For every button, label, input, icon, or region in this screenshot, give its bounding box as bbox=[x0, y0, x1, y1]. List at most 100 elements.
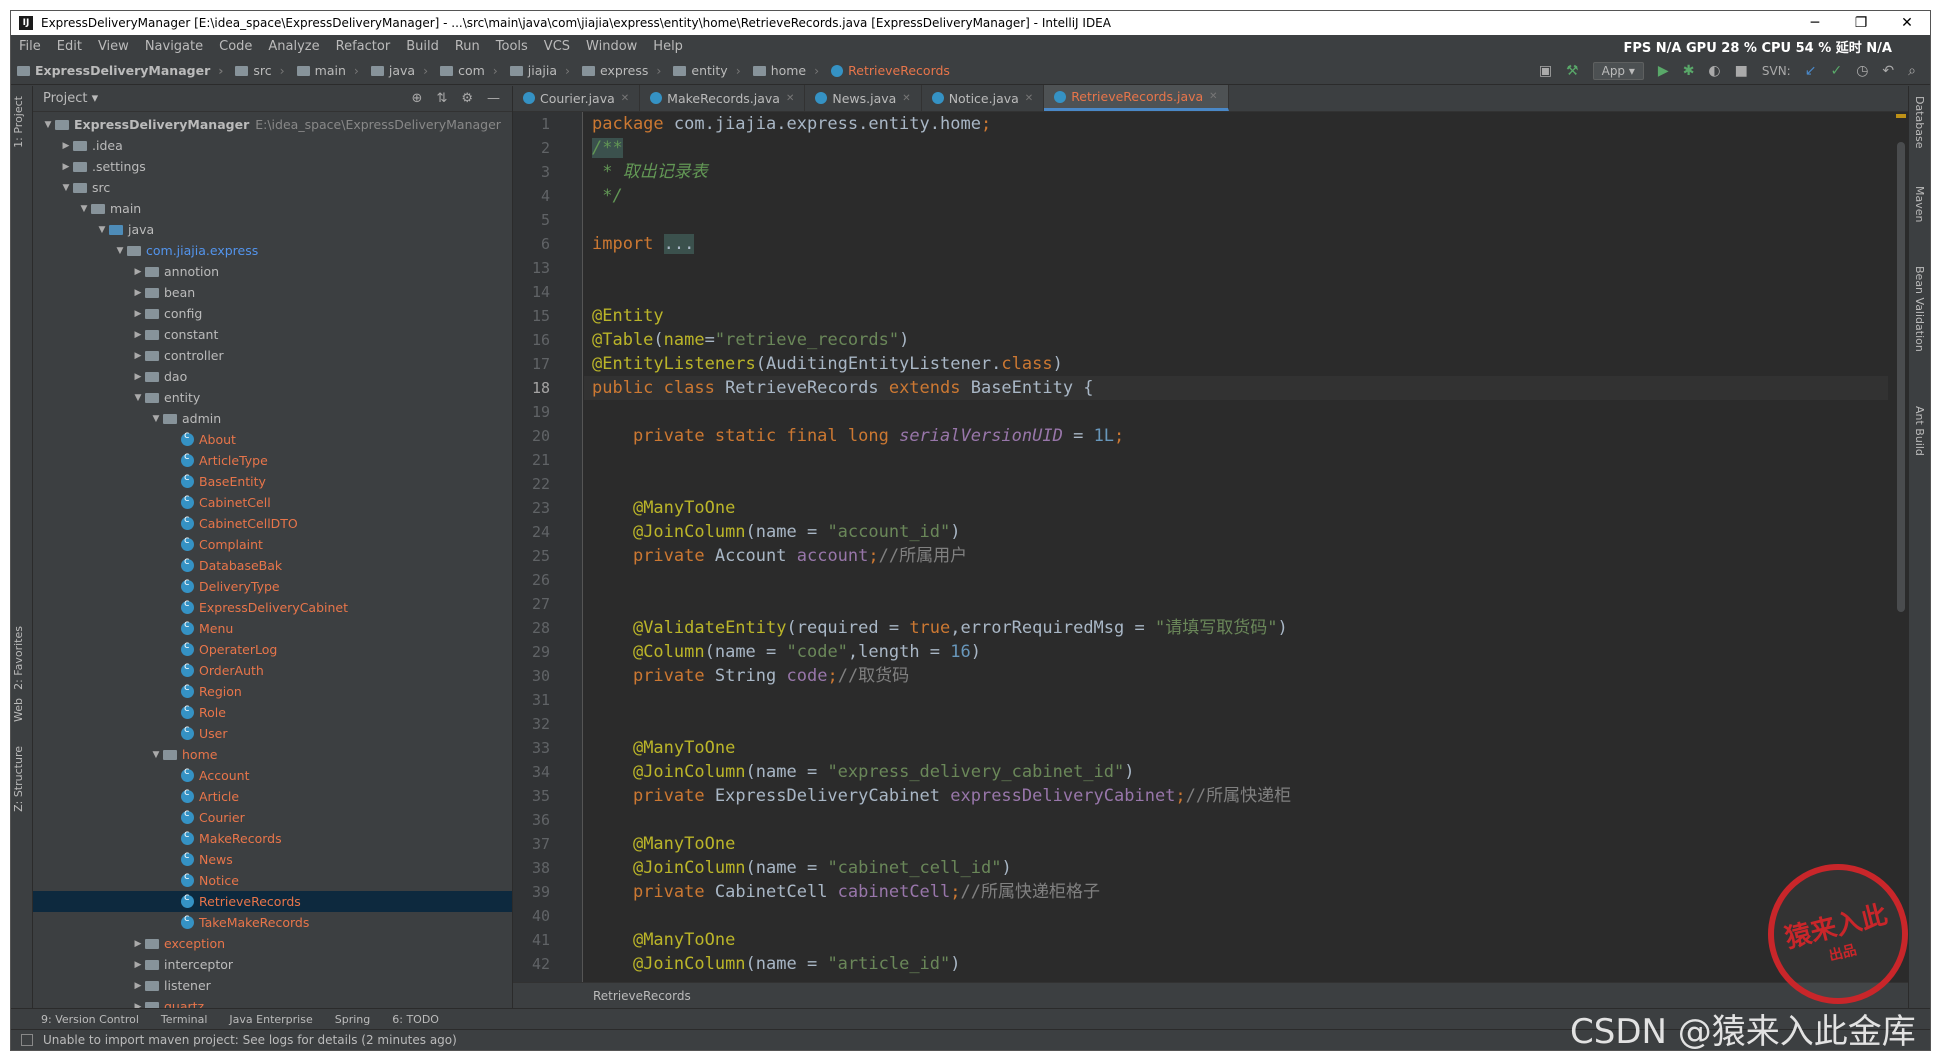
tree-class-item[interactable]: Role bbox=[33, 702, 512, 723]
editor-scrollbar[interactable] bbox=[1894, 112, 1908, 982]
menu-run[interactable]: Run bbox=[447, 39, 488, 54]
tree-folder-item[interactable]: ▼ com.jiajia.express bbox=[33, 240, 512, 261]
code-line[interactable] bbox=[584, 448, 1888, 472]
code-line[interactable] bbox=[584, 472, 1888, 496]
tool-window-tab[interactable]: Terminal bbox=[161, 1013, 208, 1026]
breadcrumb-item[interactable]: entity › bbox=[667, 63, 746, 78]
code-line[interactable] bbox=[584, 400, 1888, 424]
breadcrumb-item[interactable]: ExpressDeliveryManager › bbox=[11, 63, 229, 78]
code-line[interactable]: @ManyToOne bbox=[584, 736, 1888, 760]
code-line[interactable] bbox=[584, 712, 1888, 736]
collapse-arrow-icon[interactable]: ▶ bbox=[59, 141, 73, 151]
menu-tools[interactable]: Tools bbox=[488, 39, 536, 54]
tab-close-icon[interactable]: ✕ bbox=[621, 93, 629, 104]
build-hammer-icon[interactable]: ⚒ bbox=[1566, 63, 1579, 79]
code-line[interactable]: public class RetrieveRecords extends Bas… bbox=[584, 376, 1888, 400]
stop-icon[interactable]: ■ bbox=[1735, 63, 1748, 79]
tool-window-tab[interactable]: 6: TODO bbox=[392, 1013, 439, 1026]
hide-icon[interactable]: — bbox=[487, 91, 500, 106]
tree-class-item[interactable]: Notice bbox=[33, 870, 512, 891]
editor-tab[interactable]: Courier.java ✕ bbox=[513, 85, 641, 111]
project-tool-tab[interactable]: 1: Project bbox=[12, 96, 25, 148]
tree-class-item[interactable]: BaseEntity bbox=[33, 471, 512, 492]
tool-window-tab[interactable]: Java Enterprise bbox=[229, 1013, 312, 1026]
collapse-arrow-icon[interactable]: ▶ bbox=[59, 162, 73, 172]
menu-edit[interactable]: Edit bbox=[49, 39, 90, 54]
menu-refactor[interactable]: Refactor bbox=[328, 39, 399, 54]
breadcrumb-item[interactable]: home › bbox=[747, 63, 825, 78]
favorites-tool-tab[interactable]: 2: Favorites bbox=[12, 626, 25, 690]
run-icon[interactable]: ▶ bbox=[1658, 63, 1669, 79]
code-line[interactable] bbox=[584, 208, 1888, 232]
tab-close-icon[interactable]: ✕ bbox=[1025, 93, 1033, 104]
structure-tool-tab[interactable]: Z: Structure bbox=[12, 746, 25, 812]
menu-analyze[interactable]: Analyze bbox=[260, 39, 327, 54]
breadcrumb-active-file[interactable]: RetrieveRecords bbox=[825, 63, 956, 78]
collapse-arrow-icon[interactable]: ▶ bbox=[131, 372, 145, 382]
tree-class-item[interactable]: CabinetCellDTO bbox=[33, 513, 512, 534]
code-line[interactable]: @Entity bbox=[584, 304, 1888, 328]
tree-folder-item[interactable]: ▼ entity bbox=[33, 387, 512, 408]
tree-folder-item[interactable]: ▶ annotion bbox=[33, 261, 512, 282]
code-line[interactable] bbox=[584, 256, 1888, 280]
tree-class-item[interactable]: ExpressDeliveryCabinet bbox=[33, 597, 512, 618]
code-line[interactable]: @JoinColumn(name = "cabinet_cell_id") bbox=[584, 856, 1888, 880]
scrollbar-thumb[interactable] bbox=[1897, 142, 1905, 612]
search-icon[interactable]: ⌕ bbox=[1908, 63, 1916, 79]
code-line[interactable] bbox=[584, 592, 1888, 616]
tree-class-item[interactable]: Courier bbox=[33, 807, 512, 828]
code-line[interactable]: /** bbox=[584, 136, 1888, 160]
tree-class-item[interactable]: MakeRecords bbox=[33, 828, 512, 849]
svn-commit-icon[interactable]: ✓ bbox=[1830, 63, 1842, 79]
run-config-select[interactable]: App ▾ bbox=[1592, 61, 1644, 80]
menu-view[interactable]: View bbox=[90, 39, 137, 54]
collapse-arrow-icon[interactable]: ▶ bbox=[131, 939, 145, 949]
maven-tool-tab[interactable]: Maven bbox=[1913, 186, 1926, 222]
project-structure-icon[interactable]: ▣ bbox=[1539, 63, 1552, 79]
breadcrumb-item[interactable]: express › bbox=[576, 63, 667, 78]
menu-navigate[interactable]: Navigate bbox=[137, 39, 211, 54]
code-line[interactable]: @JoinColumn(name = "article_id") bbox=[584, 952, 1888, 976]
code-line[interactable]: package com.jiajia.express.entity.home; bbox=[584, 112, 1888, 136]
expand-arrow-icon[interactable]: ▼ bbox=[113, 246, 127, 256]
tree-folder-item[interactable]: ▼ src bbox=[33, 177, 512, 198]
code-line[interactable]: @JoinColumn(name = "express_delivery_cab… bbox=[584, 760, 1888, 784]
editor-tab[interactable]: RetrieveRecords.java ✕ bbox=[1044, 85, 1229, 111]
tree-class-item[interactable]: User bbox=[33, 723, 512, 744]
tree-class-item[interactable]: OperaterLog bbox=[33, 639, 512, 660]
status-message[interactable]: Unable to import maven project: See logs… bbox=[43, 1033, 457, 1047]
editor-tab[interactable]: MakeRecords.java ✕ bbox=[640, 85, 806, 111]
ant-build-tool-tab[interactable]: Ant Build bbox=[1913, 406, 1926, 456]
tree-folder-item[interactable]: ▶ dao bbox=[33, 366, 512, 387]
menu-help[interactable]: Help bbox=[645, 39, 691, 54]
code-line[interactable]: @EntityListeners(AuditingEntityListener.… bbox=[584, 352, 1888, 376]
code-line[interactable]: @ValidateEntity(required = true,errorReq… bbox=[584, 616, 1888, 640]
collapse-all-icon[interactable]: ⇅ bbox=[436, 91, 447, 106]
expand-arrow-icon[interactable]: ▼ bbox=[41, 120, 55, 130]
breadcrumb-item[interactable]: jiajia › bbox=[504, 63, 576, 78]
expand-arrow-icon[interactable]: ▼ bbox=[59, 183, 73, 193]
tree-folder-item[interactable]: ▼ java bbox=[33, 219, 512, 240]
history-icon[interactable]: ◷ bbox=[1856, 63, 1868, 79]
code-line[interactable]: @ManyToOne bbox=[584, 496, 1888, 520]
code-line[interactable] bbox=[584, 568, 1888, 592]
tree-folder-item[interactable]: ▼ ExpressDeliveryManager E:\idea_space\Exp… bbox=[33, 114, 512, 135]
expand-arrow-icon[interactable]: ▼ bbox=[95, 225, 109, 235]
breadcrumb-item[interactable]: java › bbox=[365, 63, 434, 78]
tree-class-item[interactable]: Complaint bbox=[33, 534, 512, 555]
menu-file[interactable]: File bbox=[11, 39, 49, 54]
tree-class-item[interactable]: DatabaseBak bbox=[33, 555, 512, 576]
tree-class-item[interactable]: Article bbox=[33, 786, 512, 807]
revert-icon[interactable]: ↶ bbox=[1882, 63, 1894, 79]
warning-marker[interactable] bbox=[1896, 114, 1906, 118]
code-line[interactable] bbox=[584, 688, 1888, 712]
close-button[interactable]: ✕ bbox=[1884, 15, 1930, 31]
code-line[interactable]: @ManyToOne bbox=[584, 832, 1888, 856]
project-view-select[interactable]: Project ▾ bbox=[43, 91, 98, 106]
svn-update-icon[interactable]: ↙ bbox=[1805, 63, 1817, 79]
tree-folder-item[interactable]: ▶ bean bbox=[33, 282, 512, 303]
code-line[interactable]: private CabinetCell cabinetCell;//所属快递柜格… bbox=[584, 880, 1888, 904]
collapse-arrow-icon[interactable]: ▶ bbox=[131, 309, 145, 319]
tool-window-tab[interactable]: 9: Version Control bbox=[41, 1013, 139, 1026]
tree-folder-item[interactable]: ▶ config bbox=[33, 303, 512, 324]
